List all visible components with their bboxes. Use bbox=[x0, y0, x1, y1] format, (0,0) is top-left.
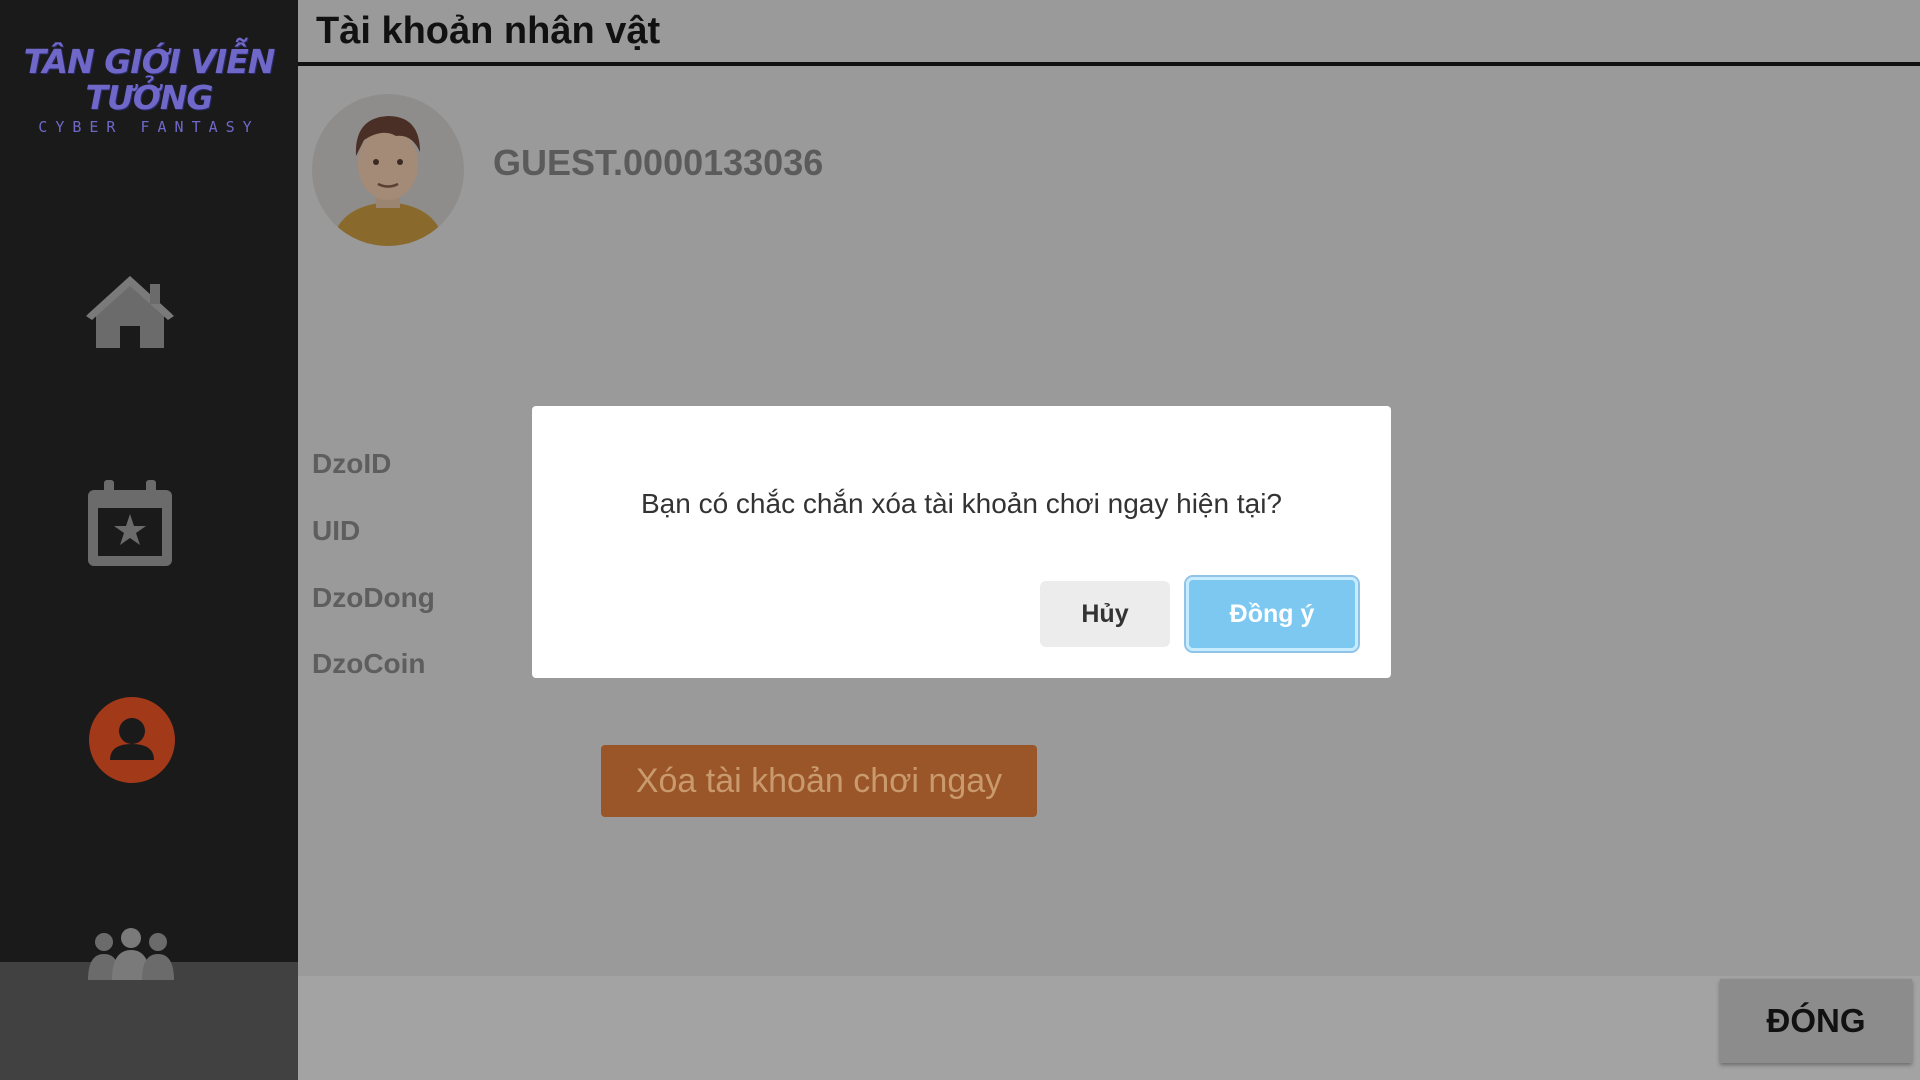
delete-account-button[interactable]: Xóa tài khoản chơi ngay bbox=[601, 745, 1037, 817]
field-label-uid: UID bbox=[312, 515, 361, 546]
logo-title: TÂN GIỚI VIỄN TƯỞNG bbox=[23, 42, 276, 117]
field-label-dzoid: DzoID bbox=[312, 448, 392, 479]
dialog-message: Bạn có chắc chắn xóa tài khoản chơi ngay… bbox=[640, 488, 1282, 519]
close-button[interactable]: ĐÓNG bbox=[1720, 979, 1912, 1063]
page-title: Tài khoản nhân vật bbox=[316, 10, 661, 52]
avatar-icon bbox=[332, 116, 444, 246]
app-logo: TÂN GIỚI VIỄN TƯỞNG CYBER FANTASY bbox=[6, 42, 292, 137]
confirm-button[interactable]: Đồng ý bbox=[1184, 575, 1360, 653]
confirm-dialog: Bạn có chắc chắn xóa tài khoản chơi ngay… bbox=[532, 406, 1391, 678]
group-icon[interactable] bbox=[84, 928, 178, 980]
field-label-dzodong: DzoDong bbox=[312, 582, 435, 613]
cancel-button[interactable]: Hủy bbox=[1040, 581, 1170, 647]
page-header: Tài khoản nhân vật bbox=[298, 0, 1920, 66]
username: GUEST.0000133036 bbox=[493, 142, 824, 183]
field-label-dzocoin: DzoCoin bbox=[312, 648, 426, 679]
avatar bbox=[312, 94, 464, 246]
footer-bar bbox=[298, 976, 1920, 1080]
logo-subtitle: CYBER FANTASY bbox=[38, 118, 260, 136]
calendar-star-icon[interactable] bbox=[86, 478, 174, 568]
sidebar: TÂN GIỚI VIỄN TƯỞNG CYBER FANTASY bbox=[0, 0, 298, 1080]
account-icon[interactable] bbox=[88, 696, 176, 784]
home-icon[interactable] bbox=[84, 272, 176, 350]
